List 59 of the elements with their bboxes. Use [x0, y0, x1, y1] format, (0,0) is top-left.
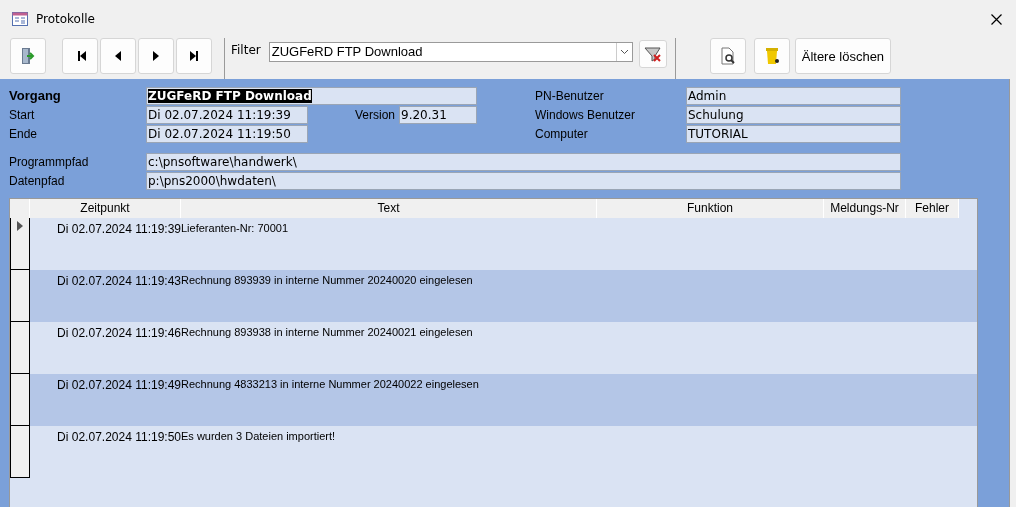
field-label: Windows Benutzer	[535, 107, 637, 124]
nav-button[interactable]	[62, 38, 98, 74]
field-label: Programmpfad	[9, 154, 90, 171]
nav-button[interactable]	[138, 38, 174, 74]
input-field[interactable]: c:\pnsoftware\handwerk\	[146, 153, 901, 171]
trash-bin-icon	[764, 47, 779, 65]
table-cell-text: Di 02.07.2024 11:19:49	[56, 377, 181, 394]
input-field[interactable]: TUTORIAL	[686, 125, 901, 143]
table-cell-text: Di 02.07.2024 11:19:43	[56, 273, 181, 290]
field-label: PN-Benutzer	[535, 88, 605, 105]
input-field[interactable]: Schulung	[686, 106, 901, 124]
document-search-icon	[719, 47, 736, 65]
delete-older-button[interactable]: Ältere löschen	[794, 38, 892, 74]
column-header[interactable]: Meldungs-Nr	[824, 199, 906, 218]
pointer-icon	[17, 221, 23, 231]
door-icon	[20, 47, 36, 65]
column-header[interactable]: Text	[181, 199, 597, 218]
nav-button[interactable]	[100, 38, 136, 74]
filter-clear-icon	[642, 45, 663, 63]
input-field[interactable]: p:\pns2000\hwdaten\	[146, 172, 901, 190]
close-button[interactable]	[989, 11, 1004, 27]
input-field[interactable]: Admin	[686, 87, 901, 105]
filter-label: Filter	[231, 43, 261, 57]
table-cell-text: Di 02.07.2024 11:19:46	[56, 325, 181, 342]
close-icon	[991, 13, 1002, 25]
row-selector[interactable]	[10, 270, 30, 322]
exit-button[interactable]	[10, 38, 46, 74]
row-selector[interactable]	[10, 322, 30, 374]
table-cell-text: Lieferanten-Nr: 70001	[181, 221, 289, 236]
row-selector[interactable]	[10, 374, 30, 426]
field-label: Ende	[9, 126, 39, 143]
nav-button[interactable]	[176, 38, 212, 74]
window-title: Protokolle	[36, 12, 96, 26]
input-field[interactable]: ZUGFeRD FTP Download	[146, 87, 477, 105]
field-label: Start	[9, 107, 36, 124]
table-cell-text: Rechnung 893938 in interne Nummer 20240021 eingelesen	[181, 325, 474, 340]
field-label: Datenpfad	[9, 173, 66, 190]
table-cell-text: Di 02.07.2024 11:19:39	[56, 221, 181, 238]
input-field[interactable]: Di 02.07.2024 11:19:39	[146, 106, 308, 124]
row-selector[interactable]	[10, 218, 30, 270]
skip-icon	[187, 50, 201, 62]
chevron-down-icon	[619, 49, 629, 55]
form-icon	[12, 12, 28, 26]
column-header[interactable]: Zeitpunkt	[30, 199, 181, 218]
table-cell-text: Di 02.07.2024 11:19:50	[56, 429, 181, 446]
row-selector[interactable]	[10, 426, 30, 478]
clear-filter-button[interactable]	[638, 40, 667, 68]
field-label: Vorgang	[9, 87, 62, 105]
preview-button[interactable]	[709, 38, 746, 74]
table-cell-text: Rechnung 4833213 in interne Nummer 20240022 eingelesen	[181, 377, 480, 392]
filter-dropdown[interactable]: ZUGFeRD FTP Download	[268, 42, 633, 62]
table-cell-text: Es wurden 3 Dateien importiert!	[181, 429, 337, 444]
field-label: Version	[354, 107, 396, 124]
column-header[interactable]: Funktion	[597, 199, 824, 218]
table-cell-text: Rechnung 893939 in interne Nummer 20240020 eingelesen	[181, 273, 474, 288]
field-label: Computer	[535, 126, 589, 143]
input-field[interactable]: Di 02.07.2024 11:19:50	[146, 125, 308, 143]
column-header[interactable]: Fehler	[906, 199, 959, 218]
input-field[interactable]: 9.20.31	[399, 106, 477, 124]
